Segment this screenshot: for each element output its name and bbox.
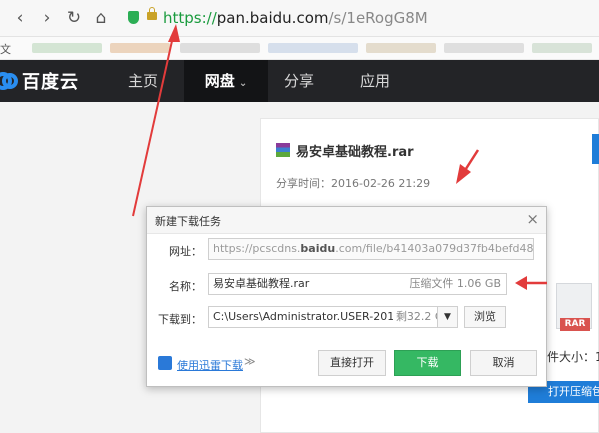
bookmarks-bar: 文: [0, 37, 599, 60]
baidu-cloud-logo-icon: [0, 72, 18, 90]
save-path: C:\Users\Administrator.USER-2016: [213, 310, 402, 323]
name-label: 名称：: [169, 280, 202, 293]
back-icon[interactable]: ‹: [10, 8, 30, 28]
logo-text[interactable]: 百度云: [22, 68, 79, 94]
bookmark-fragment[interactable]: 文: [0, 41, 11, 57]
blurred-bookmark[interactable]: [532, 43, 592, 53]
cancel-button[interactable]: 取消: [470, 350, 537, 376]
nav-label: 分享: [283, 72, 314, 90]
browser-toolbar: ‹ › ↻ ⌂ https://pan.baidu.com/s/1eRogG8M: [0, 0, 599, 37]
save-path-select[interactable]: C:\Users\Administrator.USER-2016 剩32.2 GB: [208, 306, 458, 328]
nav-apps[interactable]: 应用: [344, 60, 406, 102]
open-directly-button[interactable]: 直接打开: [318, 350, 386, 376]
url-path: /s/1eRogG8M: [328, 9, 428, 27]
blurred-bookmark[interactable]: [268, 43, 358, 53]
share-time: 分享时间：2016-02-26 21:29: [276, 177, 431, 190]
double-chevron-down-icon[interactable]: ≫: [244, 355, 256, 368]
blurred-bookmark[interactable]: [32, 43, 102, 53]
forward-icon[interactable]: ›: [37, 8, 57, 28]
dialog-header: 新建下载任务 ×: [147, 207, 546, 234]
browse-button[interactable]: 浏览: [464, 306, 506, 328]
lock-icon: [147, 7, 157, 20]
use-thunder-link[interactable]: 使用迅雷下载: [177, 357, 243, 373]
url-bold: baidu: [300, 242, 336, 255]
side-tab[interactable]: [592, 134, 599, 164]
file-type-size: 压缩文件 1.06 GB: [409, 277, 501, 290]
nav-label: 应用: [359, 72, 390, 90]
nav-home[interactable]: 主页: [112, 60, 174, 102]
url-prefix: https://pcscdns.: [213, 242, 301, 255]
blurred-bookmark[interactable]: [110, 43, 170, 53]
download-url-field[interactable]: https://pcscdns.baidu.com/file/b41403a07…: [208, 238, 534, 260]
url-label: 网址：: [169, 245, 202, 258]
path-dropdown-chevron-icon[interactable]: ▼: [437, 306, 458, 328]
security-shield-icon: [128, 11, 139, 24]
nav-label: 主页: [127, 72, 158, 90]
url-scheme: https://: [163, 9, 217, 27]
url-suffix: .com/file/b41403a079d37fb4befd48e: [335, 242, 534, 255]
blurred-bookmark[interactable]: [180, 43, 260, 53]
reload-icon[interactable]: ↻: [64, 8, 84, 28]
chevron-down-icon: ⌄: [238, 78, 248, 89]
file-name-value: 易安卓基础教程.rar: [213, 277, 310, 290]
url-host: pan.baidu.com: [216, 9, 329, 27]
nav-share[interactable]: 分享: [268, 60, 330, 102]
rar-badge: RAR: [560, 318, 590, 331]
file-size-label: 件大小：1.: [547, 350, 599, 364]
nav-label: 网盘: [204, 72, 235, 90]
file-title: 易安卓基础教程.rar: [296, 145, 414, 160]
thunder-icon: [158, 356, 172, 370]
dialog-title: 新建下载任务: [155, 215, 221, 228]
rar-file-icon: [276, 143, 290, 157]
download-button[interactable]: 下载: [394, 350, 461, 376]
nav-netdisk[interactable]: 网盘 ⌄: [184, 60, 268, 102]
file-name-field[interactable]: 易安卓基础教程.rar 压缩文件 1.06 GB: [208, 273, 507, 295]
address-bar[interactable]: https://pan.baidu.com/s/1eRogG8M: [163, 9, 428, 27]
save-to-label: 下载到：: [158, 313, 202, 326]
blurred-bookmark[interactable]: [366, 43, 436, 53]
close-icon[interactable]: ×: [526, 211, 539, 227]
blurred-bookmark[interactable]: [444, 43, 524, 53]
home-icon[interactable]: ⌂: [91, 8, 111, 28]
